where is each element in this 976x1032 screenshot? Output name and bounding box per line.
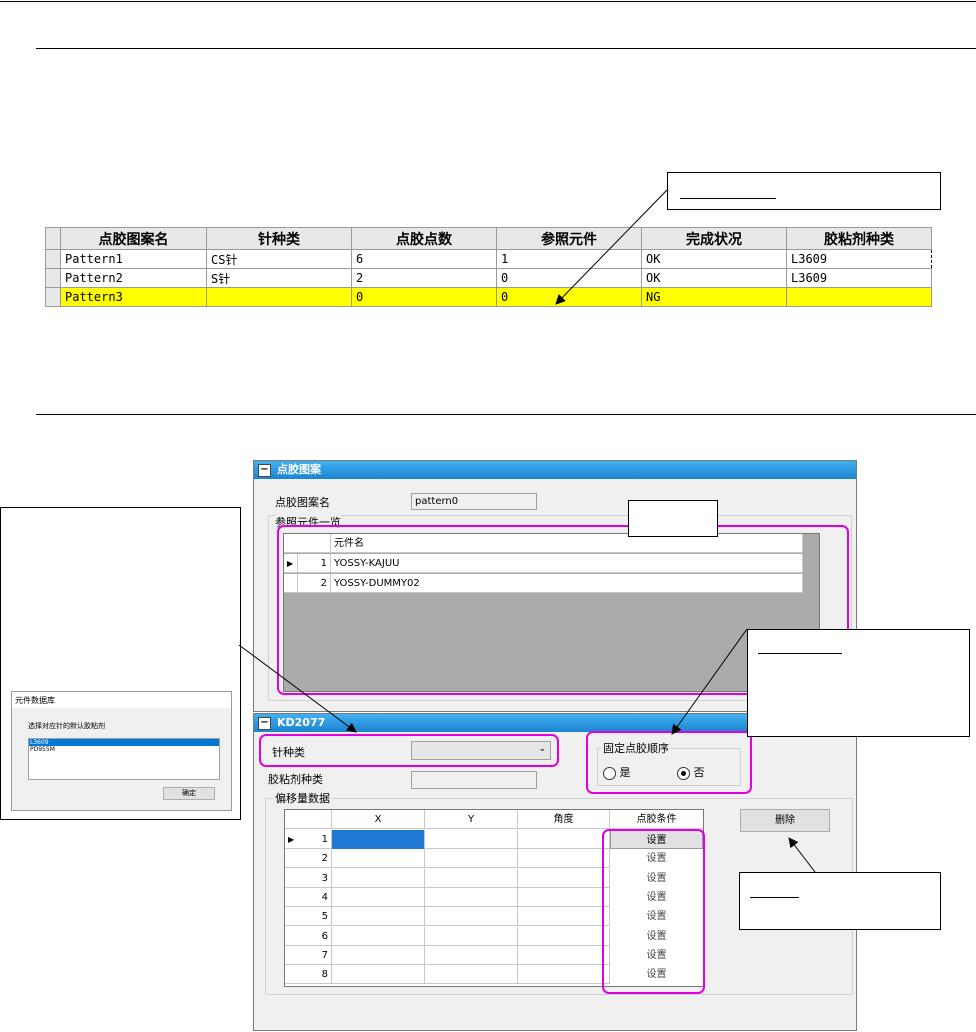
arrow-to-ng-row xyxy=(555,189,668,305)
arrow-to-fixed-order xyxy=(671,628,748,735)
annotation-arrows xyxy=(238,189,816,873)
arrow-to-needle-type xyxy=(238,644,357,733)
arrow-to-delete-button xyxy=(788,837,816,873)
